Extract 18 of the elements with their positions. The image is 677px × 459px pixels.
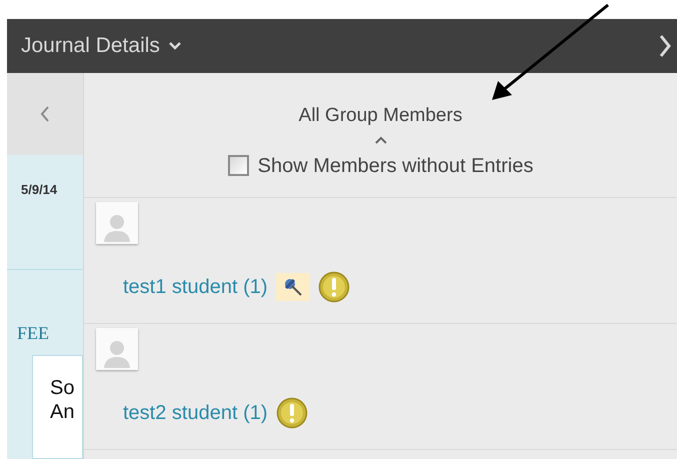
feedback-text: So xyxy=(50,376,76,400)
entry-date: 5/9/14 xyxy=(21,180,58,199)
panel-title: All Group Members xyxy=(298,104,462,128)
chevron-down-icon xyxy=(168,41,182,51)
member-link[interactable]: test1 student (1) xyxy=(123,272,268,302)
journal-details-dropdown[interactable]: Journal Details xyxy=(21,30,182,62)
checkbox[interactable] xyxy=(228,155,249,176)
chevron-right-icon[interactable] xyxy=(659,34,671,58)
section-heading: FEE xyxy=(16,322,50,345)
warning-icon xyxy=(318,271,350,303)
chevron-up-icon[interactable] xyxy=(374,134,388,144)
checkbox-label: Show Members without Entries xyxy=(258,154,534,178)
member-link[interactable]: test2 student (1) xyxy=(123,398,268,428)
warning-icon xyxy=(276,397,308,429)
avatar-placeholder xyxy=(96,202,138,244)
feedback-text: An xyxy=(50,400,76,424)
avatar-placeholder xyxy=(96,328,138,370)
chevron-left-icon xyxy=(40,105,50,123)
